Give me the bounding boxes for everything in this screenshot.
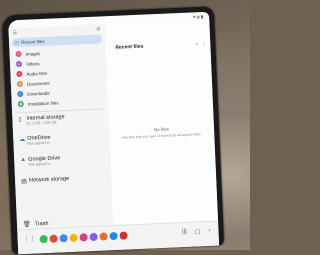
storage-usage: 22.2 GB / 256 GB	[27, 120, 65, 127]
trash-icon: 🗑	[23, 221, 31, 228]
sidebar-item-label: Documents	[27, 80, 50, 86]
document-icon: ≡	[17, 81, 23, 87]
page-title: Recent files	[115, 44, 143, 51]
sidebar-item-label: Trash	[34, 220, 48, 227]
search-icon[interactable]: ⌕	[195, 41, 198, 47]
sidebar-item-videos[interactable]: ▸ Videos	[16, 59, 40, 68]
sidebar-item-label: Images	[25, 51, 40, 57]
app-drawer-icon[interactable]: ⋮⋮	[24, 235, 36, 243]
apk-icon: ◆	[18, 101, 24, 107]
image-icon: ▪	[15, 51, 21, 57]
settings-icon[interactable]: ⚙	[96, 26, 101, 32]
video-icon: ▸	[16, 61, 22, 67]
gallery-app-icon[interactable]	[79, 233, 87, 241]
storage-name: Network storage	[29, 176, 69, 184]
sidebar-item-audio-files[interactable]: ♪ Audio files	[16, 69, 47, 78]
menu-icon[interactable]: ☰	[13, 30, 18, 36]
messages-app-icon[interactable]	[59, 234, 67, 242]
sidebar-item-label: Installation files	[28, 100, 59, 106]
sidebar-item-google-drive[interactable]: ▲ Google Drive Not signed in	[20, 153, 107, 173]
sidebar-item-documents[interactable]: ≡ Documents	[17, 79, 50, 88]
download-icon: ↓	[17, 91, 23, 97]
home-icon[interactable]: ▢	[195, 228, 201, 235]
sidebar-item-trash[interactable]: 🗑 Trash	[23, 220, 49, 228]
audio-icon: ♪	[16, 71, 22, 77]
settings-app-icon[interactable]	[109, 232, 117, 240]
recents-icon[interactable]: |||	[182, 229, 187, 236]
camera-app-icon[interactable]	[49, 235, 57, 243]
sidebar-item-label: Recent files	[21, 39, 45, 45]
storage-status: Not signed in	[28, 161, 60, 167]
empty-state-description: Any files that you open or download will…	[121, 132, 202, 140]
sidebar-item-downloads[interactable]: ↓ Downloads	[17, 89, 50, 98]
sidebar-item-label: Audio files	[26, 70, 47, 76]
back-icon[interactable]: ‹	[208, 228, 210, 235]
main-pane: Recent files ⌕ ⋮ No files Any files that…	[104, 20, 218, 226]
chrome-app-icon[interactable]	[69, 234, 77, 242]
phone-app-icon[interactable]	[40, 235, 48, 243]
sidebar-item-installation-files[interactable]: ◆ Installation files	[18, 98, 59, 108]
more-options-icon[interactable]: ⋮	[201, 41, 206, 47]
sidebar-item-images[interactable]: ▪ Images	[15, 49, 40, 58]
sidebar-item-onedrive[interactable]: ☁ OneDrive Not signed in	[19, 132, 106, 152]
store-app-icon[interactable]	[89, 233, 97, 241]
header-actions: ⌕ ⋮	[195, 41, 206, 47]
sidebar-item-label: Videos	[26, 61, 40, 67]
phone-device: ▾ ◍ ▮ ☰ ⚙ ◷ Recent files ▪ Images ▸ Vide…	[2, 6, 224, 254]
youtube-app-icon[interactable]	[119, 231, 127, 239]
app-dock	[40, 231, 128, 243]
navigation-bar: ||| ▢ ‹	[182, 228, 211, 236]
sidebar: ☰ ⚙ ◷ Recent files ▪ Images ▸ Videos ♪ A…	[8, 24, 114, 230]
screen: ▾ ◍ ▮ ☰ ⚙ ◷ Recent files ▪ Images ▸ Vide…	[8, 12, 219, 255]
files-app-icon[interactable]	[99, 232, 107, 240]
storage-status: Not signed in	[27, 141, 50, 147]
sidebar-item-internal-storage[interactable]: ▯ Internal storage 22.2 GB / 256 GB	[18, 112, 105, 132]
clock-icon: ◷	[12, 39, 21, 45]
sidebar-item-label: Downloads	[27, 90, 49, 96]
sidebar-item-network-storage[interactable]: ▤ Network storage	[21, 174, 108, 194]
